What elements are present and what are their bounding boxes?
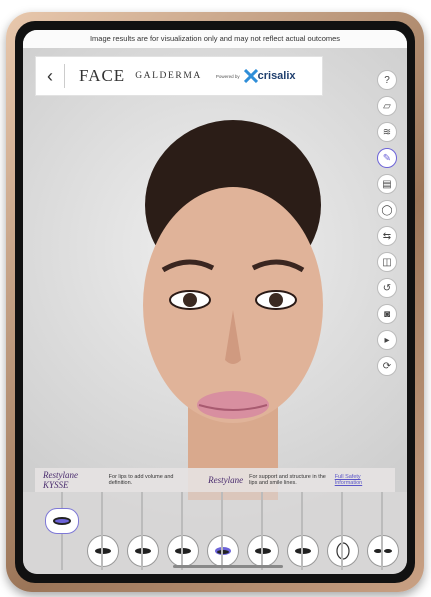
lip-line-icon xyxy=(135,548,151,554)
crisalix-mark-icon xyxy=(243,69,258,83)
product1-desc: For lips to add volume and definition. xyxy=(108,474,174,486)
pen-icon[interactable]: ✎ xyxy=(377,148,397,168)
lip-upper-icon xyxy=(215,547,231,555)
compare-icon[interactable]: ◫ xyxy=(377,252,397,272)
zone-lip-smile[interactable] xyxy=(247,535,279,567)
slider-track-6[interactable] xyxy=(301,492,303,570)
reset-icon[interactable]: ⟳ xyxy=(377,356,397,376)
lips xyxy=(197,391,269,419)
powered-by-label: Powered by xyxy=(215,73,240,79)
crisalix-logo: crisalix xyxy=(243,69,296,83)
lip-smile-icon xyxy=(255,548,271,554)
lip-full-icon xyxy=(295,548,311,554)
eyes-icon xyxy=(374,549,392,553)
header-divider xyxy=(64,64,65,88)
lip-corner-icon xyxy=(95,548,111,554)
ruler-icon[interactable]: ▱ xyxy=(377,96,397,116)
notes-icon[interactable]: ▤ xyxy=(377,174,397,194)
app-screen: Image results are for visualization only… xyxy=(23,30,407,574)
product-banner: Restylane KYSSE For lips to add volume a… xyxy=(35,468,395,492)
slider-track-8[interactable] xyxy=(381,492,383,570)
left-iris xyxy=(183,293,197,307)
zone-lip-border[interactable] xyxy=(167,535,199,567)
right-iris xyxy=(269,293,283,307)
face-skin xyxy=(143,187,323,423)
swap-icon[interactable]: ⇆ xyxy=(377,226,397,246)
disclaimer-bar: Image results are for visualization only… xyxy=(23,30,407,48)
zone-lip-line[interactable] xyxy=(127,535,159,567)
product2-logo: Restylane xyxy=(208,475,244,485)
slider-track-3[interactable] xyxy=(181,492,183,570)
zone-lip-full[interactable] xyxy=(287,535,319,567)
slider-track-2[interactable] xyxy=(141,492,143,570)
selected-zone-lips[interactable] xyxy=(45,508,79,534)
product1-logo: Restylane KYSSE xyxy=(43,470,78,490)
slider-track-7[interactable] xyxy=(341,492,343,570)
zone-face-map[interactable] xyxy=(327,535,359,567)
zone-eyes[interactable] xyxy=(367,535,399,567)
help-icon[interactable]: ? xyxy=(377,70,397,90)
brand-galderma-logo: GALDERMA xyxy=(135,71,202,81)
app-header: ‹ FACE GALDERMA Powered by crisalix xyxy=(35,56,323,96)
undo-icon[interactable]: ↺ xyxy=(377,278,397,298)
full-safety-link[interactable]: Full Safety Information xyxy=(335,474,387,486)
tool-rail: ? ▱ ≋ ✎ ▤ ◯ ⇆ ◫ ↺ ◙ ▸ ⟳ xyxy=(377,70,399,382)
zone-lip-corner[interactable] xyxy=(87,535,119,567)
zone-lip-upper[interactable] xyxy=(207,535,239,567)
face-render xyxy=(143,120,323,500)
video-icon[interactable]: ▸ xyxy=(377,330,397,350)
tablet-bezel: Image results are for visualization only… xyxy=(15,21,415,583)
brand-face-logo: FACE xyxy=(79,66,126,85)
tablet-frame: Image results are for visualization only… xyxy=(6,12,424,592)
face-map-icon xyxy=(336,542,350,560)
back-button[interactable]: ‹ xyxy=(36,66,64,87)
lip-border-icon xyxy=(175,548,191,554)
layers-icon[interactable]: ≋ xyxy=(377,122,397,142)
face-outline-icon[interactable]: ◯ xyxy=(377,200,397,220)
camera-icon[interactable]: ◙ xyxy=(377,304,397,324)
product2-desc: For support and structure in the lips an… xyxy=(249,474,326,486)
crisalix-text: crisalix xyxy=(257,70,296,82)
lips-zone-icon xyxy=(53,517,71,525)
slider-track-1[interactable] xyxy=(101,492,103,570)
home-indicator xyxy=(173,565,283,568)
slider-track-4[interactable] xyxy=(221,492,223,570)
slider-track-5[interactable] xyxy=(261,492,263,570)
